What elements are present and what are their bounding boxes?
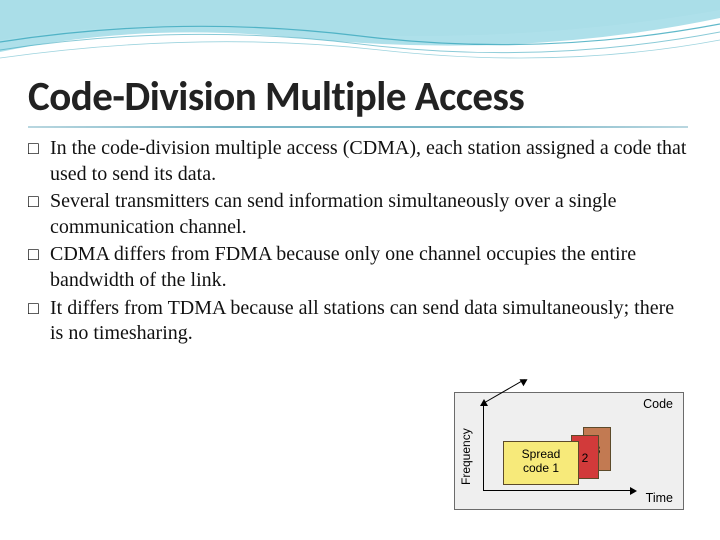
- title-underline: [28, 126, 688, 128]
- arrow-up-icon: [480, 399, 488, 406]
- bullet-item: Several transmitters can send informatio…: [28, 189, 692, 240]
- bullet-list: In the code-division multiple access (CD…: [28, 136, 692, 347]
- axis-time-label: Time: [646, 491, 673, 505]
- bullet-item: CDMA differs from FDMA because only one …: [28, 242, 692, 293]
- slide-content: Code-Division Multiple Access In the cod…: [0, 0, 720, 347]
- spread-code-1-label-line2: code 1: [504, 462, 578, 476]
- axis-z-line: [483, 379, 525, 404]
- arrow-diag-icon: [519, 376, 529, 386]
- spread-code-1-card: Spread code 1: [503, 441, 579, 485]
- spread-code-1-label-line1: Spread: [504, 448, 578, 462]
- axis-frequency-label: Frequency: [459, 417, 473, 497]
- axis-code-label: Code: [643, 397, 673, 411]
- bullet-item: It differs from TDMA because all station…: [28, 296, 692, 347]
- slide-title: Code-Division Multiple Access: [28, 72, 692, 122]
- cdma-diagram: Frequency Code Time 3 2 Spread code 1: [454, 392, 684, 510]
- arrow-right-icon: [630, 487, 637, 495]
- axis-y-line: [483, 403, 484, 491]
- axis-x-line: [483, 490, 633, 491]
- bullet-item: In the code-division multiple access (CD…: [28, 136, 692, 187]
